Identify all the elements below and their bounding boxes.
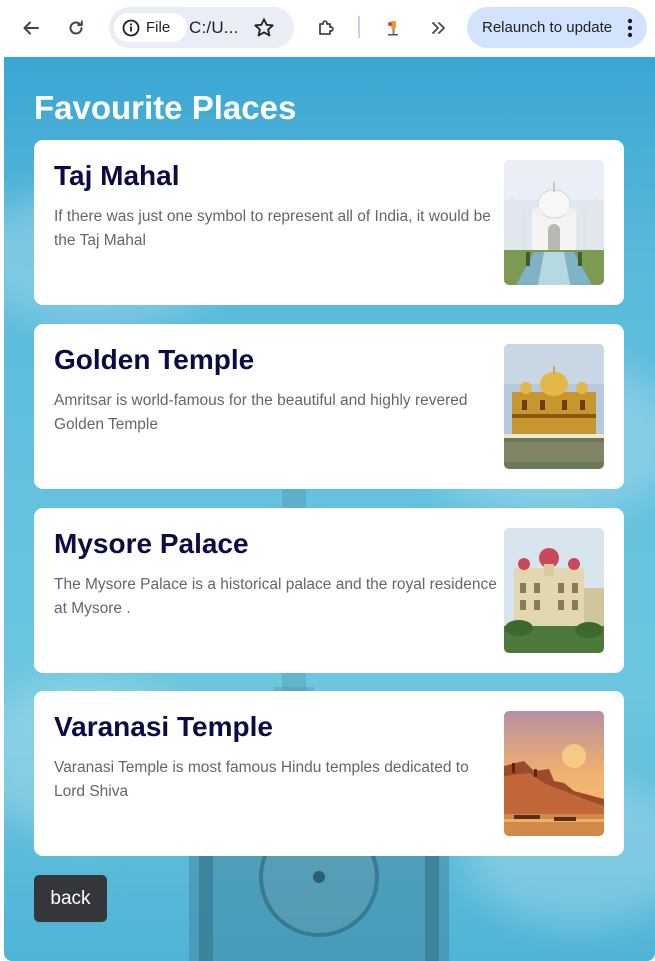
place-card-varanasi-temple: Varanasi Temple Varanasi Temple is most … (34, 691, 624, 856)
relaunch-update-button[interactable]: Relaunch to update (467, 7, 647, 48)
place-description: Amritsar is world-famous for the beautif… (54, 392, 468, 433)
back-arrow-icon[interactable] (15, 12, 47, 44)
site-info-chip[interactable]: File (114, 13, 187, 42)
place-description: If there was just one symbol to represen… (54, 208, 491, 249)
toolbar-separator (358, 16, 360, 38)
url-text[interactable]: C:/U... (189, 18, 239, 38)
more-extensions-chevron-icon[interactable] (422, 12, 454, 44)
extension-logo-icon[interactable] (377, 12, 409, 44)
place-description: Varanasi Temple is most famous Hindu tem… (54, 759, 469, 800)
page-viewport: Favourite Places Taj Mahal If there was … (4, 57, 655, 961)
extensions-puzzle-icon[interactable] (310, 12, 342, 44)
place-card-taj-mahal: Taj Mahal If there was just one symbol t… (34, 140, 624, 305)
place-title: Golden Temple (54, 344, 255, 375)
place-title: Taj Mahal (54, 160, 180, 191)
info-icon (122, 19, 140, 36)
kebab-menu-icon[interactable] (627, 18, 633, 38)
golden-temple-image (504, 344, 604, 469)
back-button[interactable]: back (34, 875, 107, 922)
taj-mahal-image (504, 160, 604, 285)
bookmark-star-icon[interactable] (252, 16, 276, 40)
relaunch-label: Relaunch to update (482, 19, 613, 36)
place-card-mysore-palace: Mysore Palace The Mysore Palace is a his… (34, 508, 624, 673)
browser-toolbar: File C:/U... Relaunch to update (0, 0, 655, 57)
place-description: The Mysore Palace is a historical palace… (54, 576, 497, 617)
varanasi-temple-image (504, 711, 604, 836)
page-title: Favourite Places (34, 89, 297, 126)
site-info-label: File (146, 19, 171, 36)
place-card-golden-temple: Golden Temple Amritsar is world-famous f… (34, 324, 624, 489)
address-bar[interactable]: File C:/U... (109, 7, 294, 48)
mysore-palace-image (504, 528, 604, 653)
place-title: Mysore Palace (54, 528, 249, 559)
reload-icon[interactable] (60, 12, 92, 44)
place-title: Varanasi Temple (54, 711, 273, 742)
